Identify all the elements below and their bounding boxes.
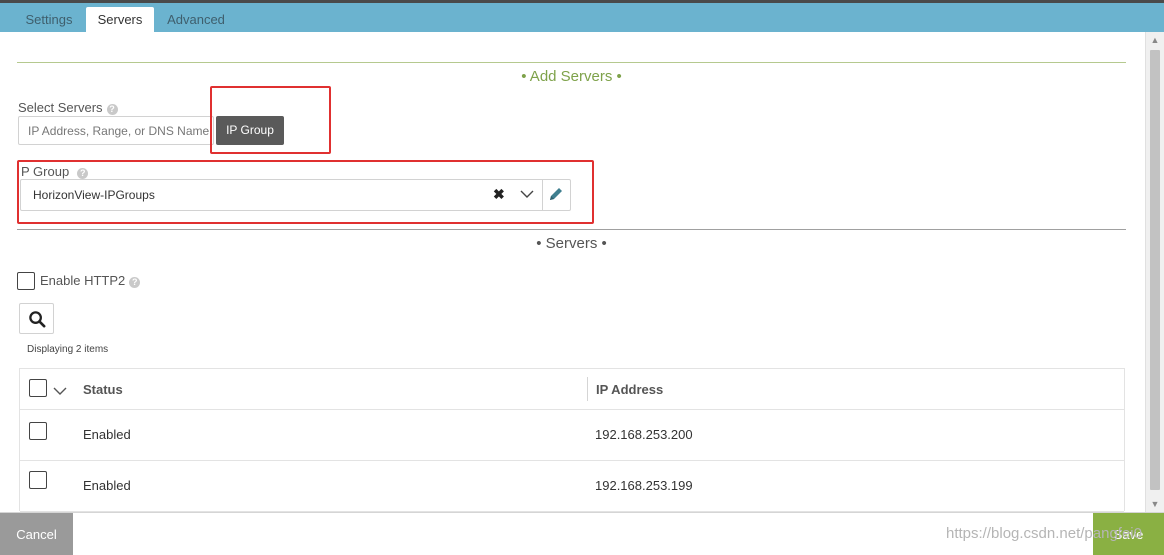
enable-http2-label: Enable HTTP2? <box>40 273 141 288</box>
question-circle-icon[interactable]: ? <box>106 104 118 115</box>
tab-servers[interactable]: Servers <box>86 7 154 35</box>
select-all-checkbox[interactable] <box>29 379 47 397</box>
column-header-status[interactable]: Status <box>83 382 123 397</box>
tab-advanced[interactable]: Advanced <box>158 7 234 35</box>
add-servers-divider <box>17 62 1126 63</box>
ip-address-cell: 192.168.253.199 <box>595 478 693 493</box>
tab-bar: Settings Servers Advanced <box>0 0 1164 35</box>
table-row[interactable]: Enabled 192.168.253.200 <box>20 410 1124 461</box>
watermark-text: https://blog.csdn.net/pangfei0 <box>946 525 1142 542</box>
table-row[interactable]: Enabled 192.168.253.199 <box>20 461 1124 512</box>
status-cell: Enabled <box>83 478 131 493</box>
scroll-down-arrow-icon[interactable]: ▼ <box>1146 496 1164 512</box>
column-header-ip-address[interactable]: IP Address <box>596 382 663 397</box>
column-separator[interactable] <box>587 377 588 401</box>
servers-section-title: • Servers • <box>536 235 607 252</box>
chevron-down-icon[interactable] <box>53 386 67 396</box>
server-address-input[interactable] <box>18 116 214 145</box>
magnifier-icon <box>29 311 46 328</box>
row-checkbox[interactable] <box>29 422 47 440</box>
select-servers-label: Select Servers? <box>18 100 118 115</box>
enable-http2-label-text: Enable HTTP2 <box>40 273 126 288</box>
enable-http2-checkbox[interactable] <box>17 272 35 290</box>
ip-address-cell: 192.168.253.200 <box>595 427 693 442</box>
scrollbar-thumb[interactable] <box>1150 50 1160 490</box>
annotation-box-ip-group-select <box>17 160 594 224</box>
cancel-button[interactable]: Cancel <box>0 513 73 555</box>
status-cell: Enabled <box>83 427 131 442</box>
select-servers-label-text: Select Servers <box>18 100 103 115</box>
table-header: Status IP Address <box>20 369 1124 410</box>
annotation-box-ip-group-button <box>210 86 331 154</box>
search-button[interactable] <box>19 303 54 334</box>
question-circle-icon[interactable]: ? <box>129 277 141 288</box>
row-checkbox[interactable] <box>29 471 47 489</box>
dialog-footer: Cancel Save https://blog.csdn.net/pangfe… <box>0 512 1164 555</box>
vertical-scrollbar[interactable]: ▲ ▼ <box>1145 32 1164 512</box>
servers-divider <box>17 229 1126 230</box>
tab-settings[interactable]: Settings <box>13 7 85 35</box>
items-count: Displaying 2 items <box>27 344 109 355</box>
scroll-up-arrow-icon[interactable]: ▲ <box>1146 32 1164 48</box>
add-servers-title: • Add Servers • <box>521 68 622 85</box>
servers-table: Status IP Address Enabled 192.168.253.20… <box>19 368 1125 512</box>
